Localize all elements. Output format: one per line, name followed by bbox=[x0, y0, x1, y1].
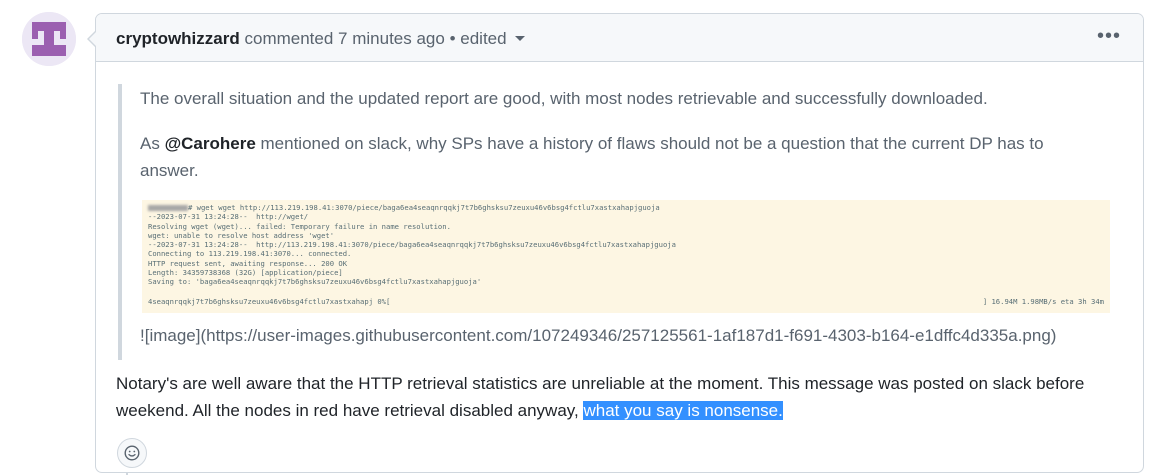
terminal-screenshot[interactable]: # wget wget http://113.219.198.41:3070/p… bbox=[142, 200, 1110, 313]
add-reaction-button[interactable] bbox=[117, 438, 147, 468]
terminal-line-1: --2023-07-31 13:24:28-- http://wget/ bbox=[148, 212, 309, 222]
terminal-progress-right: ] 16.94M 1.98MB/s eta 3h 34m bbox=[982, 297, 1104, 306]
comment-body: Notary's are well aware that the HTTP re… bbox=[116, 370, 1116, 424]
chevron-down-icon bbox=[514, 36, 525, 42]
user-mention[interactable]: @Carohere bbox=[165, 134, 256, 153]
comment-header: cryptowhizzard commented 7 minutes ago •… bbox=[96, 14, 1143, 62]
redacted-hostname bbox=[148, 205, 188, 211]
terminal-line-4: --2023-07-31 13:24:28-- http://113.219.1… bbox=[148, 240, 676, 250]
terminal-line-7: Length: 34359738368 (32G) [application/p… bbox=[148, 268, 343, 278]
terminal-progress-line: 4seaqnrqqkj7t7b6ghsksu7zeuxu46v6bsg4fctl… bbox=[148, 297, 1104, 306]
terminal-output: # wget wget http://113.219.198.41:3070/p… bbox=[142, 200, 1110, 290]
terminal-progress-left: 4seaqnrqqkj7t7b6ghsksu7zeuxu46v6bsg4fctl… bbox=[148, 297, 391, 306]
quote-paragraph-2: As @Carohere mentioned on slack, why SPs… bbox=[140, 130, 1090, 184]
image-markdown-text: ![image](https://user-images.githubuserc… bbox=[140, 326, 1057, 345]
comment-meta: cryptowhizzard commented 7 minutes ago •… bbox=[116, 29, 525, 49]
comment-action: commented bbox=[244, 29, 334, 48]
identicon-icon bbox=[22, 12, 76, 66]
quote-paragraph-2-suffix: mentioned on slack, why SPs have a histo… bbox=[140, 134, 1044, 180]
terminal-line-2: Resolving wget (wget)... failed: Tempora… bbox=[148, 221, 451, 231]
author-link[interactable]: cryptowhizzard bbox=[116, 29, 240, 48]
avatar[interactable] bbox=[22, 12, 76, 66]
kebab-horizontal-icon[interactable]: ••• bbox=[1097, 26, 1121, 46]
quote-paragraph-1: The overall situation and the updated re… bbox=[140, 89, 988, 108]
terminal-line-8: Saving to: 'baga6ea4seaqnrqqkj7t7b6ghsks… bbox=[148, 277, 482, 287]
terminal-line-3: wget: unable to resolve host address 'wg… bbox=[148, 230, 335, 240]
terminal-line-5: Connecting to 113.219.198.41:3070... con… bbox=[148, 249, 352, 259]
terminal-line-0: # wget wget http://113.219.198.41:3070/p… bbox=[188, 203, 660, 212]
meta-separator: • bbox=[449, 29, 456, 48]
comment-caret-inner bbox=[89, 32, 96, 46]
blockquote: The overall situation and the updated re… bbox=[118, 84, 1114, 360]
comment-time[interactable]: 7 minutes ago bbox=[338, 29, 445, 48]
terminal-line-6: HTTP request sent, awaiting response... … bbox=[148, 258, 348, 268]
smiley-icon bbox=[124, 445, 140, 461]
edited-dropdown[interactable]: edited bbox=[460, 29, 525, 48]
selected-text: what you say is nonsense. bbox=[583, 401, 783, 420]
edited-label: edited bbox=[460, 29, 507, 48]
quote-paragraph-2-prefix: As bbox=[140, 134, 165, 153]
comment-container: cryptowhizzard commented 7 minutes ago •… bbox=[87, 13, 1144, 473]
